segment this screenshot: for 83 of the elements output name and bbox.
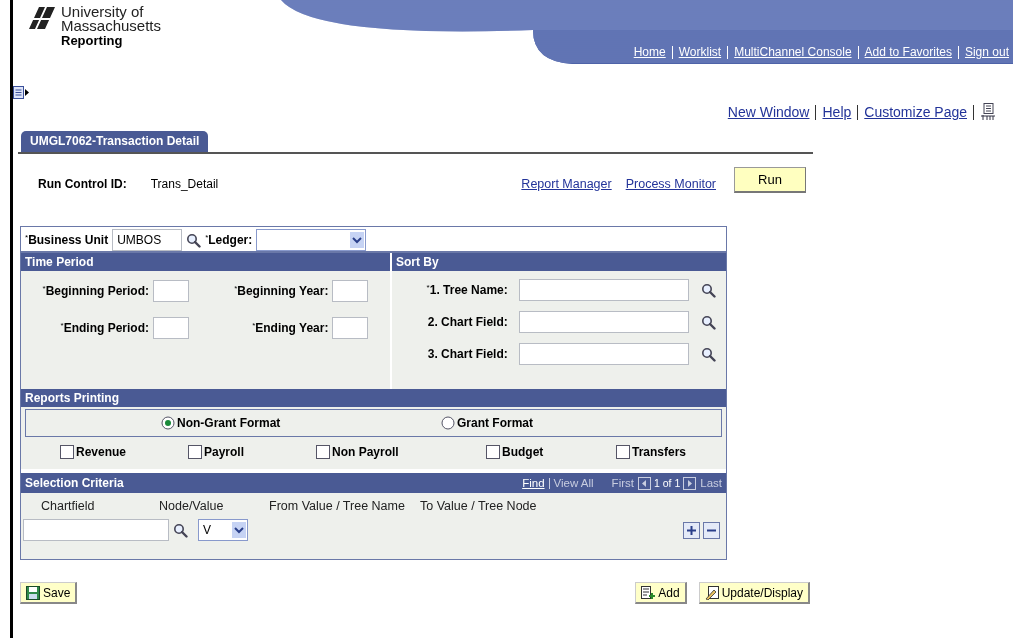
find-link[interactable]: Find xyxy=(522,477,545,489)
dropdown-value: V xyxy=(202,523,211,537)
add-icon xyxy=(641,585,656,600)
page-link[interactable]: Customize Page xyxy=(864,104,967,120)
checkbox[interactable] xyxy=(60,445,74,459)
section-header: Sort By xyxy=(392,253,726,271)
app-title: Reporting xyxy=(61,34,124,48)
checkbox[interactable] xyxy=(486,445,500,459)
option-label: Budget xyxy=(502,445,544,459)
save-icon xyxy=(26,585,40,600)
first-link[interactable]: First xyxy=(611,477,634,489)
column-header: From Value / Tree Name xyxy=(269,499,406,513)
field-label: 2. Chart Field: xyxy=(427,315,508,329)
page-position: 1 of 1 xyxy=(653,477,681,489)
input-field[interactable] xyxy=(23,519,169,541)
field-label: $^{*}$Business Unit xyxy=(25,233,109,247)
option-label: Non-Grant Format xyxy=(177,416,281,430)
nav-link[interactable]: Add to Favorites xyxy=(864,45,952,59)
field-label: $^{*}$Beginning Year: xyxy=(234,284,329,298)
search-icon[interactable] xyxy=(701,346,716,362)
section-title: Selection Criteria xyxy=(25,476,124,490)
checkbox[interactable] xyxy=(316,445,330,459)
column-header: Chartfield xyxy=(41,499,96,513)
save-button[interactable]: Save xyxy=(20,582,78,604)
page-link[interactable]: New Window xyxy=(727,104,810,120)
input-field[interactable] xyxy=(519,279,690,301)
search-icon[interactable] xyxy=(701,282,716,298)
search-icon[interactable] xyxy=(186,232,202,248)
http-icon[interactable] xyxy=(980,103,996,121)
update-display-button[interactable]: Update/Display xyxy=(698,582,810,604)
link[interactable]: Process Monitor xyxy=(625,177,716,191)
field-label: $^{*}$Beginning Period: xyxy=(42,284,150,298)
input-field[interactable] xyxy=(519,311,690,333)
dropdown-field[interactable]: V xyxy=(198,519,248,541)
pencil-icon xyxy=(704,585,719,600)
logo-text: University of xyxy=(61,5,145,19)
search-icon[interactable] xyxy=(701,314,716,330)
section-header: Reports Printing xyxy=(21,389,726,407)
add-row-icon[interactable] xyxy=(683,521,700,539)
field-label: $^{*}$1. Tree Name: xyxy=(426,283,508,297)
field-label: $^{*}$Ledger: xyxy=(205,233,253,247)
search-icon[interactable] xyxy=(173,522,188,538)
input-field[interactable] xyxy=(519,343,690,365)
column-header: To Value / Tree Node xyxy=(420,499,538,513)
option-label: Revenue xyxy=(76,445,127,459)
option-label: Transfers xyxy=(632,445,687,459)
run-button[interactable]: Run xyxy=(734,167,806,193)
previous-icon[interactable] xyxy=(637,476,651,490)
field-label: Run Control ID: xyxy=(38,177,127,191)
checkbox[interactable] xyxy=(616,445,630,459)
field-value: Trans_Detail xyxy=(150,177,219,191)
field-label: $^{*}$Ending Period: xyxy=(60,321,150,335)
next-icon[interactable] xyxy=(683,476,697,490)
nav-link[interactable]: Worklist xyxy=(678,45,722,59)
input-field[interactable] xyxy=(332,280,369,302)
dropdown-field[interactable] xyxy=(256,229,367,251)
option-label: Grant Format xyxy=(457,416,533,430)
add-button[interactable]: Add xyxy=(635,582,687,604)
input-field[interactable] xyxy=(332,317,369,339)
tab[interactable]: UMGL7062-Transaction Detail xyxy=(21,131,209,152)
nav-link[interactable]: Sign out xyxy=(964,45,1009,59)
delete-row-icon[interactable] xyxy=(703,521,720,539)
last-link[interactable]: Last xyxy=(700,477,722,489)
option-label: Non Payroll xyxy=(332,445,399,459)
checkbox[interactable] xyxy=(188,445,202,459)
nav-link[interactable]: MultiChannel Console xyxy=(734,45,852,59)
section-header: Time Period xyxy=(21,253,390,271)
radio-button[interactable] xyxy=(441,416,455,430)
input-field[interactable]: UMBOS xyxy=(112,229,183,251)
link[interactable]: Report Manager xyxy=(521,177,612,191)
view-all-link[interactable]: View All xyxy=(553,477,594,489)
nav-link[interactable]: Home xyxy=(633,45,666,59)
logo-text: Massachusetts xyxy=(61,19,162,33)
page-link[interactable]: Help xyxy=(822,104,852,120)
logo-icon xyxy=(27,5,57,31)
input-field[interactable] xyxy=(153,280,190,302)
radio-button[interactable] xyxy=(161,416,175,430)
menu-toggle-icon[interactable] xyxy=(13,86,29,100)
column-header: Node/Value xyxy=(159,499,225,513)
field-label: $^{*}$Ending Year: xyxy=(252,321,329,335)
option-label: Payroll xyxy=(204,445,245,459)
field-label: 3. Chart Field: xyxy=(427,347,508,361)
input-field[interactable] xyxy=(153,317,190,339)
